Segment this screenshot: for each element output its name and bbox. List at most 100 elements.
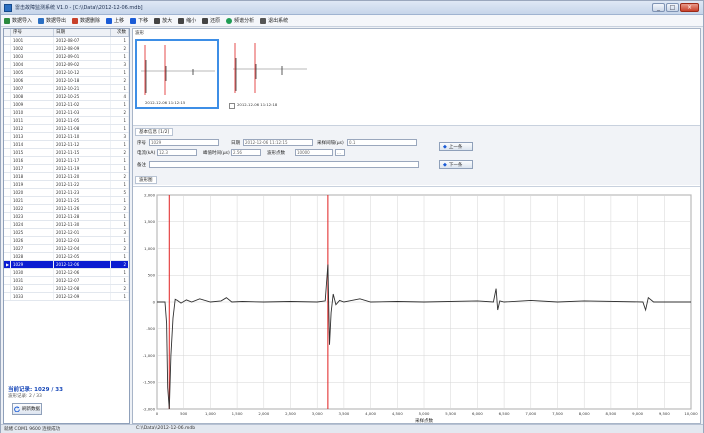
waveform-thumbnail[interactable]: 2012-12-06 11:12:15	[135, 39, 219, 109]
cell-cnt: 2	[111, 149, 129, 156]
cell-no: 1023	[11, 213, 54, 220]
arrow-up-icon: ◆	[443, 143, 447, 150]
cell-no: 1019	[11, 181, 54, 188]
x-tick-label: 7,000	[525, 411, 536, 416]
table-row[interactable]: 1009 2012-11-02 1	[4, 101, 129, 109]
cell-date: 2012-11-03	[54, 109, 111, 116]
table-row[interactable]: 1001 2012-08-07 1	[4, 37, 129, 45]
toolbar-exit-button[interactable]: 退出系统	[260, 17, 288, 24]
table-row[interactable]: 1013 2012-11-10 3	[4, 133, 129, 141]
table-row[interactable]: 1020 2012-11-23 5	[4, 189, 129, 197]
x-tick-label: 9,000	[632, 411, 643, 416]
x-tick-label: 6,000	[472, 411, 483, 416]
prev-record-button[interactable]: ◆ 上一条	[439, 142, 473, 151]
cell-no: 1031	[11, 277, 54, 284]
cell-cnt: 3	[111, 133, 129, 140]
waveform-thumbnail[interactable]: 2012-12-06 11:12:18	[229, 39, 313, 109]
table-row[interactable]: 1027 2012-12-04 2	[4, 245, 129, 253]
waveform-tab[interactable]: 波形图	[135, 176, 157, 184]
table-row[interactable]: 1017 2012-11-19 1	[4, 165, 129, 173]
table-row[interactable]: 1032 2012-12-08 2	[4, 285, 129, 293]
table-row[interactable]: 1025 2012-12-01 3	[4, 229, 129, 237]
close-button[interactable]: ×	[680, 3, 699, 12]
toolbar-delete-button[interactable]: 数据删除	[72, 17, 100, 24]
table-row[interactable]: 1014 2012-11-12 1	[4, 141, 129, 149]
cell-cnt: 1	[111, 117, 129, 124]
minimize-button[interactable]: _	[652, 3, 665, 12]
export-icon	[38, 17, 45, 24]
info-tab[interactable]: 基本信息 [1/2]	[135, 128, 174, 136]
cell-no: 1029	[11, 261, 54, 268]
toolbar-import-button[interactable]: 数据导入	[4, 17, 32, 24]
row-selector: ▶	[6, 261, 11, 268]
table-row[interactable]: 1018 2012-11-20 2	[4, 173, 129, 181]
count-field[interactable]: 10000	[295, 149, 333, 156]
cell-date: 2012-11-19	[54, 165, 111, 172]
x-tick-label: 500	[180, 411, 188, 416]
table-row[interactable]: 1023 2012-11-28 1	[4, 213, 129, 221]
table-row[interactable]: 1008 2012-10-25 4	[4, 93, 129, 101]
table-row[interactable]: 1006 2012-10-18 2	[4, 77, 129, 85]
table-row[interactable]: 1010 2012-11-03 2	[4, 109, 129, 117]
remark-label: 备注	[137, 163, 146, 168]
row-selector	[4, 221, 11, 228]
row-selector	[4, 117, 11, 124]
next-record-label: 下一条	[448, 162, 463, 168]
table-row[interactable]: 1004 2012-09-02 3	[4, 61, 129, 69]
maximize-button[interactable]: □	[666, 3, 679, 12]
table-row[interactable]: 1007 2012-10-21 1	[4, 85, 129, 93]
table-row[interactable]: 1028 2012-12-05 1	[4, 253, 129, 261]
date-field[interactable]: 2012-12-06 11:12:15	[243, 139, 313, 146]
row-selector	[4, 101, 11, 108]
table-row[interactable]: 1019 2012-11-22 1	[4, 181, 129, 189]
thumbnails-tab[interactable]: 波形	[135, 30, 144, 36]
zoom-in-icon	[154, 17, 161, 24]
cell-date: 2012-12-08	[54, 285, 111, 292]
table-row[interactable]: 1002 2012-08-09 2	[4, 45, 129, 53]
header-number[interactable]: 序号	[11, 29, 54, 36]
table-row[interactable]: 1003 2012-09-01 1	[4, 53, 129, 61]
remark-field[interactable]	[149, 161, 419, 168]
refresh-button[interactable]: 刷新数据	[12, 403, 42, 415]
prev-record-label: 上一条	[448, 144, 463, 150]
table-row[interactable]: 1011 2012-11-05 1	[4, 117, 129, 125]
cell-no: 1030	[11, 269, 54, 276]
peak-field[interactable]: 2.56	[231, 149, 261, 156]
toolbar-restore-button[interactable]: 还原	[202, 17, 220, 24]
header-count[interactable]: 次数	[111, 29, 129, 36]
interval-field[interactable]: 0.1	[347, 139, 417, 146]
table-row[interactable]: 1033 2012-12-09 1	[4, 293, 129, 301]
x-tick-label: 9,500	[659, 411, 670, 416]
cell-no: 1014	[11, 141, 54, 148]
cell-cnt: 1	[111, 293, 129, 300]
toolbar-down-button[interactable]: 下移	[130, 17, 148, 24]
next-record-button[interactable]: ◆ 下一条	[439, 160, 473, 169]
toolbar-zoom-in-button[interactable]: 放大	[154, 17, 172, 24]
thumbnail-checkbox[interactable]	[229, 103, 235, 109]
toolbar-analysis-button[interactable]: 频谱分析	[226, 17, 254, 24]
cell-date: 2012-11-25	[54, 197, 111, 204]
toolbar-up-button[interactable]: 上移	[106, 17, 124, 24]
table-row[interactable]: 1015 2012-11-15 2	[4, 149, 129, 157]
table-row[interactable]: 1022 2012-11-26 2	[4, 205, 129, 213]
table-row[interactable]: 1012 2012-11-08 1	[4, 125, 129, 133]
toolbar-zoom-out-button[interactable]: 缩小	[178, 17, 196, 24]
header-date[interactable]: 日期	[54, 29, 111, 36]
toolbar-export-button[interactable]: 数据导出	[38, 17, 66, 24]
table-row[interactable]: ▶ 1029 2012-12-06 2	[4, 261, 129, 269]
x-tick-label: 5,000	[419, 411, 430, 416]
table-row[interactable]: 1021 2012-11-25 1	[4, 197, 129, 205]
table-row[interactable]: 1031 2012-12-07 1	[4, 277, 129, 285]
table-row[interactable]: 1016 2012-11-17 1	[4, 157, 129, 165]
x-tick-label: 7,500	[552, 411, 563, 416]
list-header: 序号 日期 次数	[4, 29, 129, 37]
table-row[interactable]: 1026 2012-12-03 1	[4, 237, 129, 245]
current-field[interactable]: 12.3	[157, 149, 197, 156]
table-row[interactable]: 1024 2012-11-30 1	[4, 221, 129, 229]
table-row[interactable]: 1030 2012-12-06 1	[4, 269, 129, 277]
number-field[interactable]: 1029	[149, 139, 219, 146]
table-row[interactable]: 1005 2012-10-12 1	[4, 69, 129, 77]
title-bar: 雷击故障监测系统 V1.0 - [C:\\Data\\2012-12-06.md…	[1, 1, 703, 15]
count-dropdown-button[interactable]: …	[335, 149, 345, 156]
y-tick-label: -1,000	[143, 353, 156, 358]
